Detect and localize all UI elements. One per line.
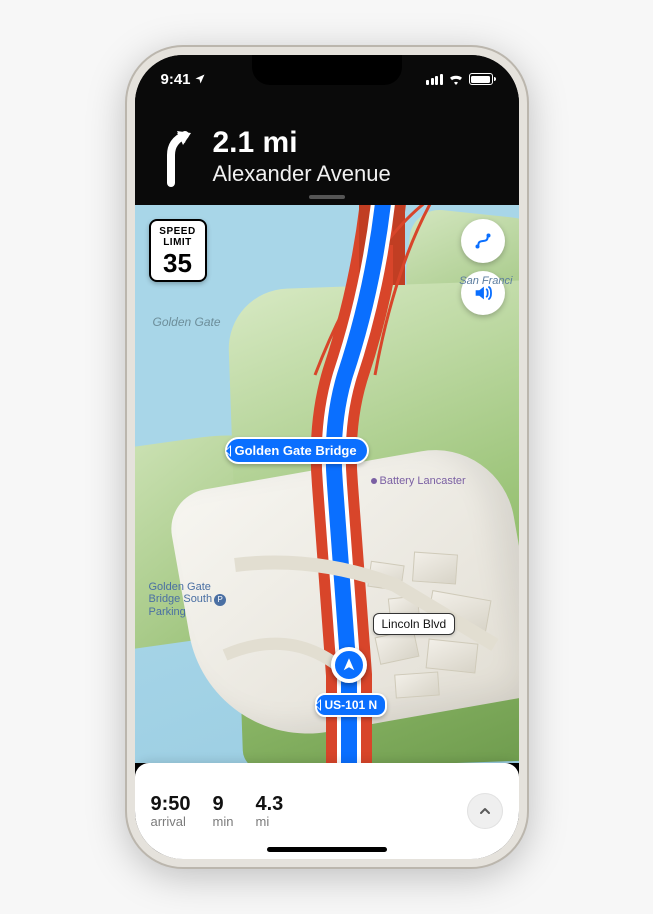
home-indicator[interactable] — [267, 847, 387, 852]
map-canvas[interactable]: SPEED LIMIT 35 Golden Gate San Franci Go… — [135, 205, 519, 763]
eta-bar[interactable]: 9:50 arrival 9 min 4.3 mi — [135, 763, 519, 859]
speed-limit-label-2: LIMIT — [153, 238, 203, 248]
cellular-signal-icon — [426, 74, 443, 85]
next-turn-distance: 2.1 mi — [213, 126, 391, 159]
eta-distance-value: 4.3 — [255, 793, 283, 816]
street-label-lincoln[interactable]: Lincoln Blvd — [373, 613, 456, 635]
eta-arrival-value: 9:50 — [151, 793, 191, 816]
poi-parking[interactable]: Golden Gate Bridge SouthP Parking — [149, 581, 227, 618]
speed-limit-value: 35 — [153, 250, 203, 276]
eta-minutes-value: 9 — [213, 793, 234, 816]
park-label: San Franci — [459, 275, 512, 287]
banner-grab-handle[interactable] — [309, 195, 345, 199]
speed-limit-sign: SPEED LIMIT 35 — [149, 219, 207, 282]
notch — [252, 55, 402, 85]
poi-battery-lancaster[interactable]: Battery Lancaster — [371, 475, 460, 488]
location-services-icon — [194, 73, 206, 85]
wifi-icon — [448, 73, 464, 85]
eta-arrival-label: arrival — [151, 814, 191, 829]
iphone-frame: 9:41 2.1 mi Alexander Avenue — [127, 47, 527, 867]
status-time: 9:41 — [161, 71, 191, 88]
current-location-puck — [331, 647, 367, 683]
route-overview-button[interactable] — [461, 219, 505, 263]
bridge-name-label[interactable]: Golden Gate Bridge — [225, 437, 369, 464]
water-label: Golden Gate — [153, 315, 221, 329]
eta-distance: 4.3 mi — [255, 793, 283, 829]
route-shield[interactable]: US-101 N — [315, 693, 388, 717]
eta-minutes: 9 min — [213, 793, 234, 829]
chevron-up-icon — [477, 803, 493, 819]
speed-limit-label-1: SPEED — [153, 227, 203, 237]
expand-eta-button[interactable] — [467, 793, 503, 829]
next-turn-street: Alexander Avenue — [213, 161, 391, 187]
eta-minutes-label: min — [213, 814, 234, 829]
battery-icon — [469, 73, 493, 85]
eta-arrival: 9:50 arrival — [151, 793, 191, 829]
eta-distance-label: mi — [255, 814, 283, 829]
turn-arrow-icon — [155, 127, 199, 187]
